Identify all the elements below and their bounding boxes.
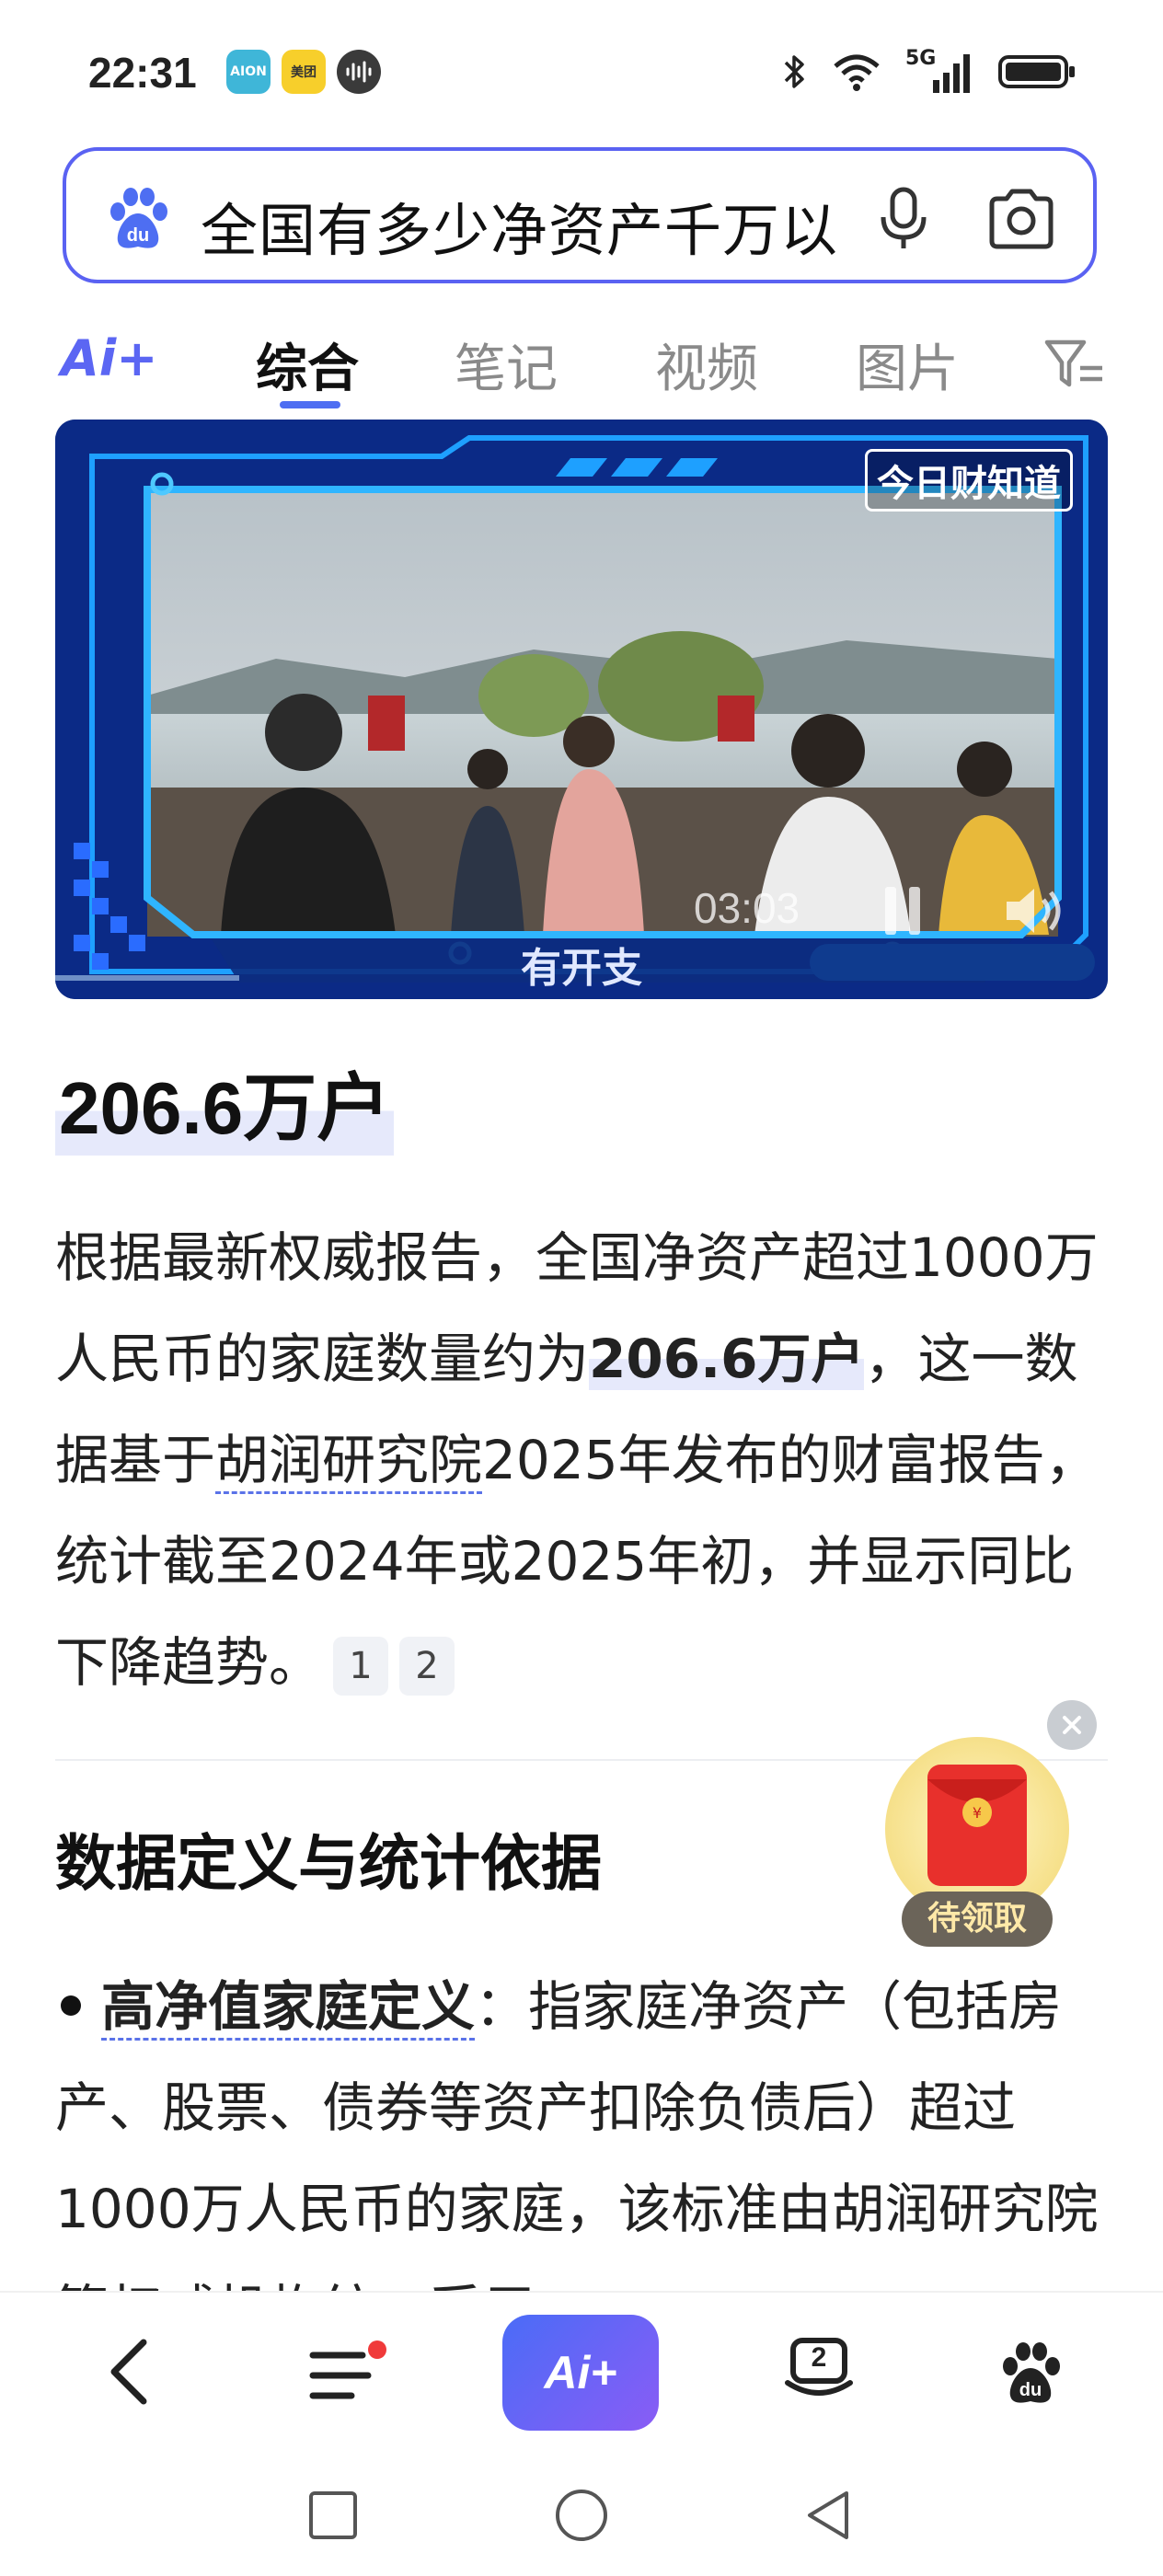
red-packet-widget[interactable]: ¥ 待领取 xyxy=(885,1700,1097,1958)
camera-icon[interactable] xyxy=(985,186,1058,256)
bullet-dot-icon xyxy=(61,1995,81,2016)
result-tabs: Ai+ 综合 笔记 视频 图片 xyxy=(0,304,1163,414)
svg-text:du: du xyxy=(1019,2380,1042,2400)
microphone-icon[interactable] xyxy=(874,184,933,258)
video-time: 03:03 xyxy=(694,884,800,932)
status-icons: 5G xyxy=(780,47,1077,96)
tab-notes[interactable]: 笔记 xyxy=(455,328,558,402)
bullet-term-link[interactable]: 高净值家庭定义 xyxy=(101,1975,476,2041)
meituan-app-icon: 美团 xyxy=(282,50,326,94)
bottom-nav: Ai+ 2 du xyxy=(0,2291,1163,2449)
tab-images[interactable]: 图片 xyxy=(856,328,959,402)
video-player[interactable]: 今日财知道 有开支 03:03 xyxy=(55,420,1108,999)
search-bar[interactable]: du 全国有多少净资产千万以 xyxy=(63,147,1097,283)
circle-icon[interactable] xyxy=(554,2488,609,2547)
back-arrow-icon[interactable] xyxy=(101,2335,156,2412)
definition-bullet: 高净值家庭定义：指家庭净资产（包括房产、股票、债券等资产扣除负债后）超过1000… xyxy=(55,1956,1113,2291)
baidu-paw-icon: du xyxy=(103,184,173,258)
answer-entity-link[interactable]: 胡润研究院 xyxy=(215,1429,483,1494)
answer-highlight: 206.6万户 xyxy=(589,1328,865,1390)
red-envelope-icon: ¥ xyxy=(924,1761,1031,1893)
menu-icon[interactable] xyxy=(307,2340,390,2414)
ai-plus-tab[interactable]: Ai+ xyxy=(61,329,158,387)
triangle-back-icon[interactable] xyxy=(802,2488,854,2547)
bluetooth-icon xyxy=(780,52,808,96)
video-brand-text: 今日财知道 xyxy=(865,449,1073,512)
tab-video[interactable]: 视频 xyxy=(655,328,758,402)
baidu-home-icon[interactable]: du xyxy=(996,2339,1065,2412)
volume-icon[interactable] xyxy=(1003,883,1067,942)
citation-badge[interactable]: 1 xyxy=(333,1636,389,1696)
wifi-icon xyxy=(832,52,881,96)
battery-icon xyxy=(997,52,1077,96)
svg-text:¥: ¥ xyxy=(973,1804,982,1822)
signal-icon: 5G xyxy=(905,47,973,95)
active-tab-indicator xyxy=(280,401,340,408)
filter-icon[interactable] xyxy=(1043,337,1108,396)
citation-badge[interactable]: 2 xyxy=(399,1636,455,1696)
answer-paragraph: 根据最新权威报告，全国净资产超过1000万人民币的家庭数量约为206.6万户，这… xyxy=(55,1207,1113,1713)
ai-plus-label: Ai+ xyxy=(544,2347,617,2398)
aion-app-icon: AION xyxy=(226,50,271,94)
system-nav-bar xyxy=(0,2447,1163,2576)
pause-icon[interactable] xyxy=(878,883,929,942)
close-icon[interactable] xyxy=(1047,1700,1097,1750)
ai-plus-button[interactable]: Ai+ xyxy=(502,2315,659,2431)
search-input[interactable]: 全国有多少净资产千万以 xyxy=(201,184,838,267)
answer-headline: 206.6万户 xyxy=(55,1049,395,1156)
audio-app-icon xyxy=(337,50,381,94)
tab-comprehensive[interactable]: 综合 xyxy=(256,328,359,402)
red-packet-label: 待领取 xyxy=(902,1892,1053,1947)
tabs-count: 2 xyxy=(811,2342,827,2373)
video-caption: 有开支 xyxy=(521,945,642,992)
tabs-manager-button[interactable]: 2 xyxy=(782,2335,856,2409)
status-bar: 22:31 AION 美团 5G xyxy=(0,0,1163,138)
status-time: 22:31 xyxy=(88,49,197,97)
svg-text:du: du xyxy=(127,225,149,246)
section-title: 数据定义与统计依据 xyxy=(55,1828,602,1899)
video-brand-badge: 今日财知道 xyxy=(865,449,1073,512)
square-icon[interactable] xyxy=(307,2490,359,2545)
